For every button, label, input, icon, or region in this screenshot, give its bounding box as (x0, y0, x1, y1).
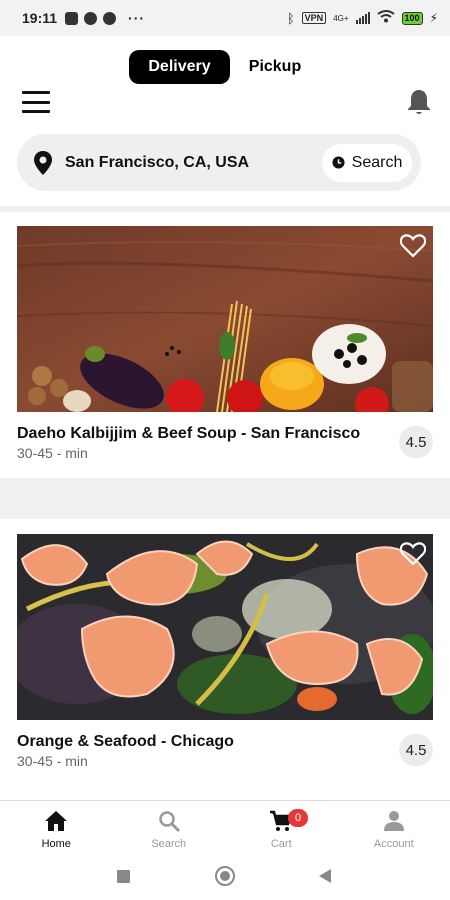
restaurant-card[interactable]: Daeho Kalbijjim & Beef Soup - San Franci… (0, 212, 450, 478)
restaurant-image[interactable] (17, 534, 433, 720)
status-bar: 19:11 ··· ᛒ VPN 4G+ 100 ⚡ (0, 0, 450, 36)
nav-search-label: Search (151, 838, 187, 850)
signal-icon (355, 12, 370, 24)
s-app-icon (84, 11, 98, 25)
search-button-label: Search (351, 153, 403, 171)
back-button[interactable] (318, 869, 332, 883)
notes-icon (65, 11, 79, 25)
favorite-heart-icon[interactable] (400, 542, 426, 566)
app-header: Delivery Pickup San Francisco, CA, USA S… (0, 36, 450, 206)
rating-badge: 4.5 (399, 426, 433, 458)
more-notifications-indicator: ··· (128, 10, 146, 26)
tab-pickup[interactable]: Pickup (230, 50, 320, 84)
recent-apps-button[interactable] (117, 870, 130, 883)
p-app-icon (103, 11, 117, 25)
restaurant-name[interactable]: Orange & Seafood - Chicago (17, 733, 234, 751)
bluetooth-icon: ᛒ (286, 10, 295, 26)
home-icon (45, 811, 68, 831)
hamburger-icon[interactable] (22, 91, 50, 113)
nav-home-label: Home (41, 838, 71, 850)
tab-delivery[interactable]: Delivery (129, 50, 230, 84)
restaurant-image[interactable] (17, 226, 433, 412)
bell-icon[interactable] (406, 88, 432, 116)
nav-cart-label: Cart (270, 838, 292, 850)
charging-icon: ⚡ (429, 11, 438, 25)
clock-icon (332, 156, 345, 169)
delivery-mode-toggle: Delivery Pickup (129, 50, 320, 84)
status-time: 19:11 (22, 10, 58, 26)
home-button[interactable] (215, 866, 235, 886)
account-icon (383, 811, 404, 831)
wifi-icon (376, 10, 395, 26)
bottom-navigation: Home Search 0 Cart Account (0, 800, 450, 852)
delivery-time: 30-45 - min (17, 445, 88, 461)
restaurant-name[interactable]: Daeho Kalbijjim & Beef Soup - San Franci… (17, 425, 360, 443)
search-icon (159, 811, 180, 833)
network-type: 4G+ (333, 13, 349, 23)
nav-home[interactable]: Home (0, 801, 113, 852)
cart-count-badge: 0 (288, 809, 308, 827)
location-pin-icon (34, 150, 52, 175)
nav-cart[interactable]: 0 Cart (225, 801, 338, 852)
system-navigation-bar (0, 852, 450, 900)
nav-account-label: Account (373, 838, 414, 850)
location-search-bar[interactable]: San Francisco, CA, USA Search (17, 134, 421, 191)
nav-account[interactable]: Account (338, 801, 450, 852)
rating-badge: 4.5 (399, 734, 433, 766)
vpn-badge: VPN (301, 12, 327, 24)
delivery-time: 30-45 - min (17, 753, 88, 769)
restaurant-card[interactable]: Orange & Seafood - Chicago 30-45 - min 4… (0, 519, 450, 800)
section-divider (0, 478, 450, 519)
nav-search[interactable]: Search (113, 801, 226, 852)
location-text[interactable]: San Francisco, CA, USA (65, 154, 249, 172)
search-button[interactable]: Search (322, 143, 412, 182)
battery-indicator: 100 (401, 11, 423, 25)
favorite-heart-icon[interactable] (400, 234, 426, 258)
